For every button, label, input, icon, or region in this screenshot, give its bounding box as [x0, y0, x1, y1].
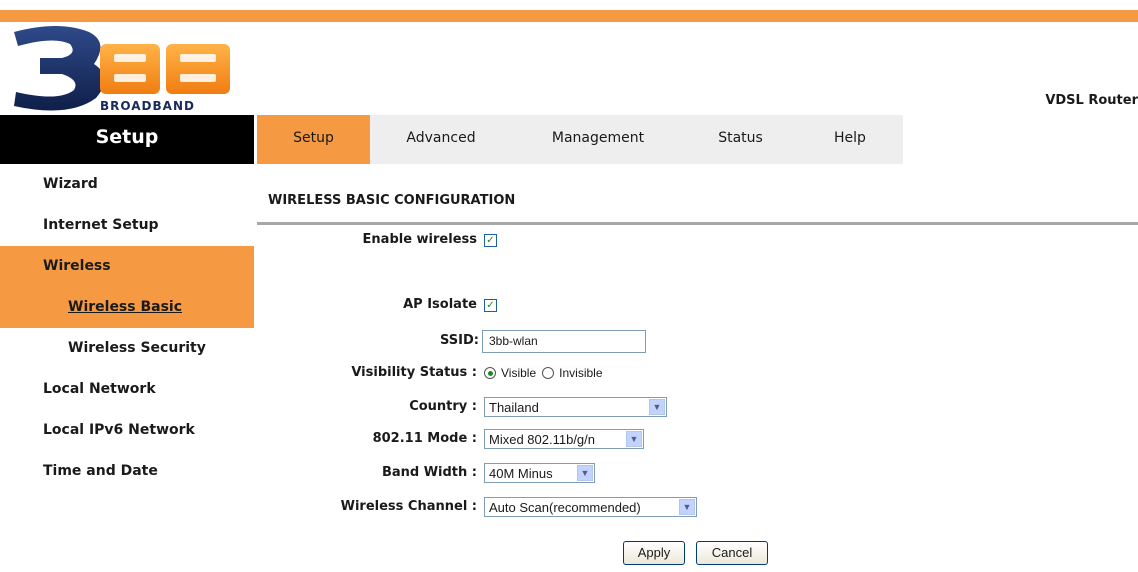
enable-wireless-label: Enable wireless: [362, 232, 477, 247]
visibility-label: Visibility Status :: [351, 365, 477, 380]
ap-isolate-row: AP Isolate ✓: [257, 292, 1138, 318]
mode-label: 802.11 Mode :: [372, 431, 477, 446]
bandwidth-value: 40M Minus: [489, 465, 553, 481]
country-select[interactable]: Thailand ▼: [484, 397, 667, 417]
tab-management[interactable]: Management: [512, 115, 684, 164]
ap-isolate-checkbox[interactable]: ✓: [484, 298, 497, 312]
visible-radio-label: Visible: [501, 366, 537, 380]
mode-select[interactable]: Mixed 802.11b/g/n ▼: [484, 429, 644, 449]
logo-text: BROADBAND: [100, 99, 195, 113]
3bb-broadband-logo: BROADBAND: [14, 26, 230, 113]
chevron-down-icon: ▼: [649, 399, 665, 415]
product-name: VDSL Router: [1045, 93, 1138, 108]
mode-row: 802.11 Mode : Mixed 802.11b/g/n ▼: [257, 426, 1138, 452]
sidebar-item-wireless[interactable]: Wireless: [0, 246, 254, 287]
channel-label: Wireless Channel :: [340, 499, 477, 514]
bandwidth-row: Band Width : 40M Minus ▼: [257, 460, 1138, 486]
bandwidth-select[interactable]: 40M Minus ▼: [484, 463, 595, 483]
ap-isolate-label: AP Isolate: [403, 297, 477, 312]
country-label: Country :: [409, 399, 477, 414]
enable-wireless-row: Enable wireless ✓: [257, 227, 1138, 253]
bandwidth-label: Band Width :: [381, 465, 477, 480]
channel-row: Wireless Channel : Auto Scan(recommended…: [257, 494, 1138, 520]
apply-button[interactable]: Apply: [623, 541, 685, 565]
sidebar-item-wizard[interactable]: Wizard: [0, 164, 254, 205]
chevron-down-icon: ▼: [679, 499, 695, 515]
tab-advanced[interactable]: Advanced: [370, 115, 512, 164]
invisible-radio[interactable]: [542, 367, 555, 379]
ssid-label: SSID:: [440, 333, 479, 348]
sidebar-item-wireless-security[interactable]: Wireless Security: [0, 328, 254, 369]
cancel-button[interactable]: Cancel: [696, 541, 768, 565]
channel-select[interactable]: Auto Scan(recommended) ▼: [484, 497, 697, 517]
tab-setup[interactable]: Setup: [257, 115, 370, 164]
chevron-down-icon: ▼: [577, 465, 593, 481]
sidebar-item-local-network[interactable]: Local Network: [0, 369, 254, 410]
sidebar-item-internet-setup[interactable]: Internet Setup: [0, 205, 254, 246]
sidebar-nav: Wizard Internet Setup Wireless Wireless …: [0, 164, 254, 492]
tab-help[interactable]: Help: [797, 115, 903, 164]
top-accent-bar: [0, 10, 1138, 22]
country-row: Country : Thailand ▼: [257, 394, 1138, 420]
visible-radio[interactable]: [484, 367, 496, 379]
sidebar-item-time-and-date[interactable]: Time and Date: [0, 451, 254, 492]
sidebar-item-wireless-basic[interactable]: Wireless Basic: [0, 287, 254, 328]
ssid-row: SSID: 3bb-wlan: [257, 328, 1138, 354]
tab-status[interactable]: Status: [684, 115, 797, 164]
sidebar-title: Setup: [0, 115, 254, 164]
ssid-input[interactable]: 3bb-wlan: [482, 329, 646, 353]
main-tabs: Setup Advanced Management Status Help: [257, 115, 903, 164]
country-value: Thailand: [489, 399, 539, 415]
title-divider: [257, 222, 1138, 225]
sidebar-item-local-ipv6-network[interactable]: Local IPv6 Network: [0, 410, 254, 451]
visibility-row: Visibility Status : Visible Invisible: [257, 360, 1138, 386]
mode-value: Mixed 802.11b/g/n: [489, 431, 595, 447]
channel-value: Auto Scan(recommended): [489, 499, 641, 515]
enable-wireless-checkbox[interactable]: ✓: [484, 233, 497, 247]
page-title: WIRELESS BASIC CONFIGURATION: [268, 193, 516, 208]
invisible-radio-label: Invisible: [559, 366, 603, 380]
chevron-down-icon: ▼: [626, 431, 642, 447]
